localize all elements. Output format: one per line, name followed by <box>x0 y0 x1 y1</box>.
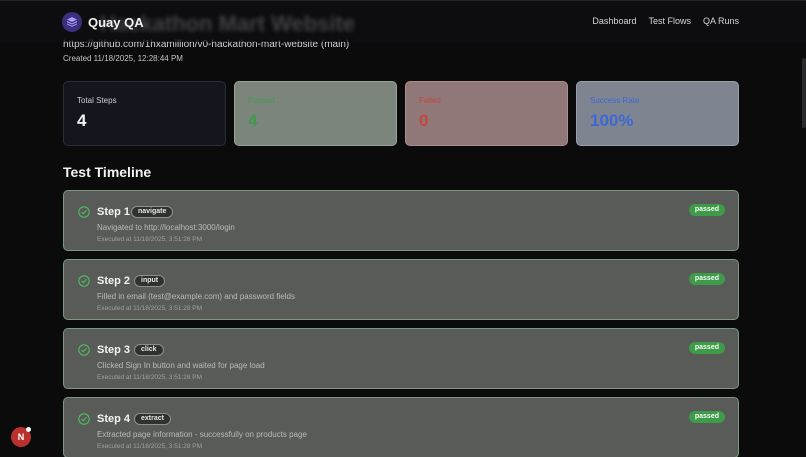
stat-value: 100% <box>590 111 634 130</box>
nav-links: Dashboard Test Flows QA Runs <box>592 16 739 26</box>
nav-dashboard[interactable]: Dashboard <box>592 16 636 26</box>
stat-total-steps: Total Steps 4 <box>63 81 226 146</box>
brand-name: Quay QA <box>88 14 144 30</box>
top-nav: Hackathon Mart Website Quay QA Dashboard… <box>0 0 806 42</box>
stat-success-rate: Success Rate 100% <box>576 81 739 146</box>
stat-failed: Failed 0 <box>405 81 568 146</box>
stat-passed: Passed 4 <box>234 81 397 146</box>
step-executed-at: Executed at 11/18/2025, 3:51:28 PM <box>97 305 203 312</box>
check-circle-icon <box>78 413 90 425</box>
action-tag: input <box>134 275 166 287</box>
step-card[interactable]: Step 4 extract passed Extracted page inf… <box>63 397 739 457</box>
stat-label: Passed <box>248 96 275 105</box>
step-description: Extracted page information - successfull… <box>97 430 307 439</box>
stat-value: 4 <box>248 111 258 130</box>
section-title: Test Timeline <box>63 164 152 180</box>
action-tag: click <box>134 344 164 356</box>
check-circle-icon <box>78 344 90 356</box>
action-tag: extract <box>134 413 171 425</box>
step-executed-at: Executed at 11/18/2025, 3:51:28 PM <box>97 374 203 381</box>
stat-label: Total Steps <box>77 96 117 105</box>
status-badge: passed <box>688 273 725 285</box>
step-description: Navigated to http://localhost:3000/login <box>97 223 235 232</box>
step-description: Filled in email (test@example.com) and p… <box>97 292 295 301</box>
stat-value: 0 <box>419 111 429 130</box>
step-card[interactable]: Step 3 click passed Clicked Sign In butt… <box>63 328 739 389</box>
step-card[interactable]: Step 1 navigate passed Navigated to http… <box>63 190 739 251</box>
step-description: Clicked Sign In button and waited for pa… <box>97 361 265 370</box>
check-circle-icon <box>78 206 90 218</box>
scrollbar[interactable] <box>802 58 806 128</box>
created-timestamp: Created 11/18/2025, 12:28:44 PM <box>63 54 183 63</box>
step-executed-at: Executed at 11/18/2025, 3:51:28 PM <box>97 236 203 243</box>
stat-value: 4 <box>77 111 87 130</box>
stat-label: Failed <box>419 96 441 105</box>
notification-dot <box>26 427 31 432</box>
step-executed-at: Executed at 11/18/2025, 3:51:28 PM <box>97 443 203 450</box>
status-badge: passed <box>688 204 725 216</box>
brand[interactable]: Quay QA <box>62 12 144 32</box>
nav-qa-runs[interactable]: QA Runs <box>703 16 739 26</box>
step-title: Step 3 <box>97 344 131 356</box>
layers-icon <box>62 12 82 32</box>
step-title: Step 1 <box>97 206 131 218</box>
step-title: Step 2 <box>97 275 131 287</box>
page: Hackathon Mart Website Quay QA Dashboard… <box>0 0 806 457</box>
status-badge: passed <box>688 342 725 354</box>
stat-label: Success Rate <box>590 96 640 105</box>
check-circle-icon <box>78 275 90 287</box>
step-card[interactable]: Step 2 input passed Filled in email (tes… <box>63 259 739 320</box>
action-tag: navigate <box>131 206 174 218</box>
status-badge: passed <box>688 411 725 423</box>
nav-test-flows[interactable]: Test Flows <box>648 16 691 26</box>
step-title: Step 4 <box>97 413 131 425</box>
